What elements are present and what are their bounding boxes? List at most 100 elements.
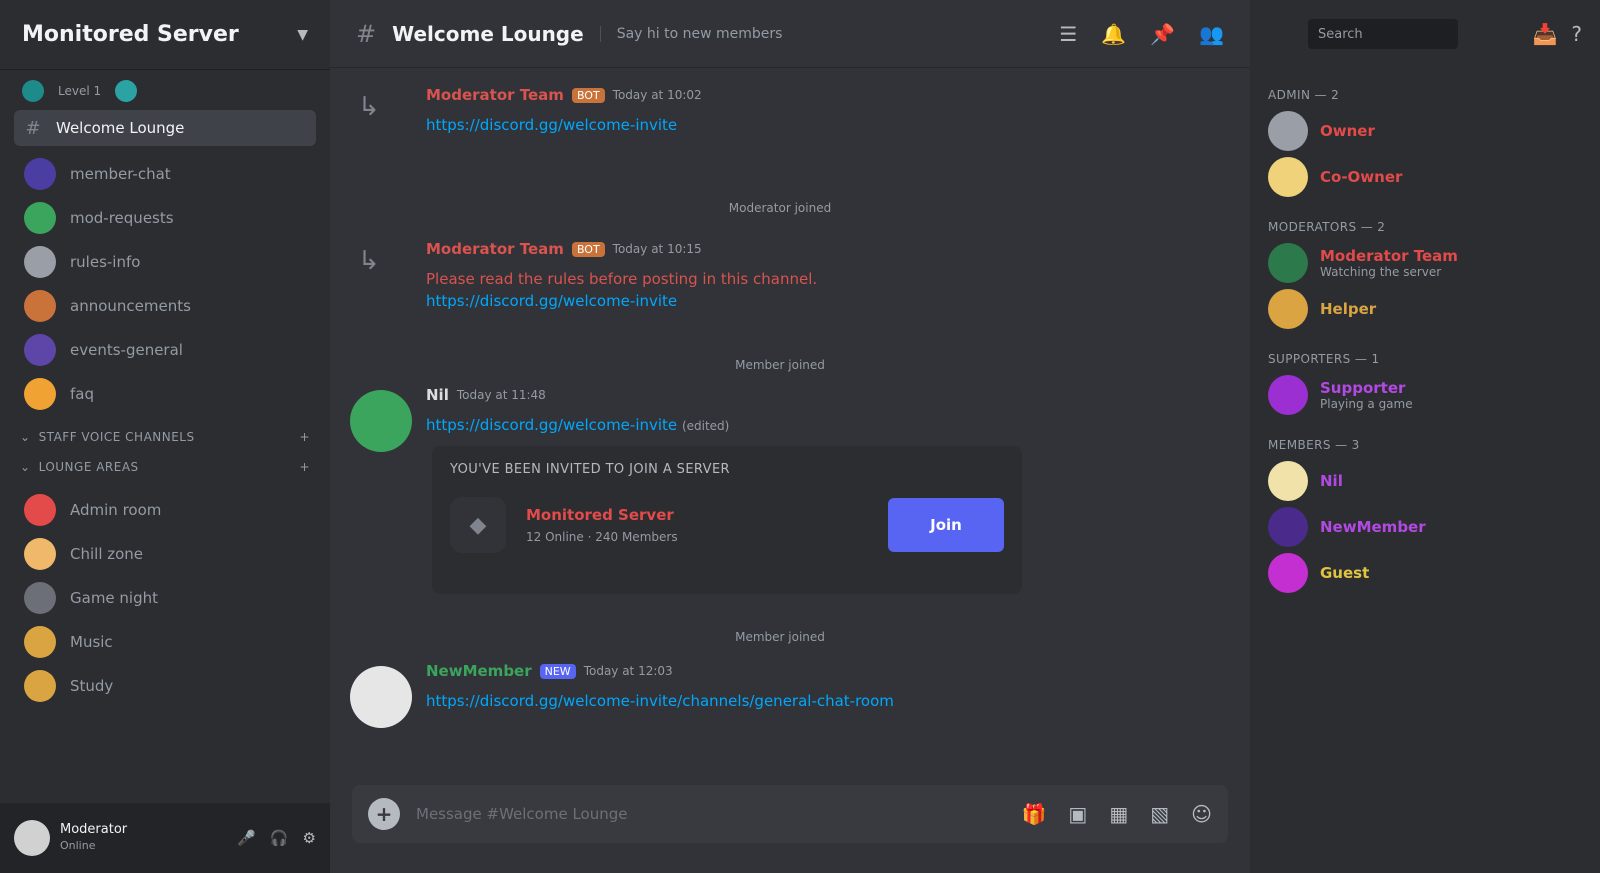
channel-item[interactable]: rules-info (14, 240, 316, 284)
threads-icon[interactable]: ☰ (1059, 22, 1077, 46)
category-label: Staff Voice Channels (38, 430, 195, 444)
avatar (1268, 553, 1308, 593)
member-item[interactable]: NewMember (1268, 504, 1582, 550)
member-item[interactable]: Helper (1268, 286, 1582, 332)
channel-item[interactable]: announcements (14, 284, 316, 328)
message-input[interactable]: Message #Welcome Lounge (416, 805, 628, 823)
message-link[interactable]: https://discord.gg/welcome-invite (426, 292, 677, 310)
member-name: Supporter (1320, 379, 1406, 397)
message-link[interactable]: https://discord.gg/welcome-invite (426, 116, 677, 134)
channel-title: Welcome Lounge (392, 21, 584, 46)
voice-avatar (24, 538, 56, 570)
category-header[interactable]: ⌄ Staff Voice Channels + (0, 420, 330, 454)
avatar[interactable] (350, 390, 412, 452)
voice-item[interactable]: Study (14, 664, 316, 708)
message-header: Moderator Team BOT Today at 10:02 (426, 86, 1206, 104)
voice-avatar (24, 494, 56, 526)
channel-avatar (24, 246, 56, 278)
member-name: Moderator Team (1320, 247, 1458, 265)
pin-icon[interactable]: 📌 (1150, 22, 1175, 46)
add-attachment-icon[interactable]: + (368, 798, 400, 830)
voice-item[interactable]: Music (14, 620, 316, 664)
chevron-down-icon: ▼ (297, 26, 308, 43)
voice-item[interactable]: Chill zone (14, 532, 316, 576)
member-item[interactable]: Guest (1268, 550, 1582, 596)
message-timestamp: Today at 11:48 (456, 388, 546, 402)
voice-avatar (24, 670, 56, 702)
message-author[interactable]: Moderator Team (426, 86, 564, 104)
boost-bar: Level 1 (0, 70, 330, 106)
message-link[interactable]: https://discord.gg/welcome-invite (426, 416, 677, 434)
message-author[interactable]: NewMember (426, 662, 532, 680)
category-header[interactable]: ⌄ Lounge Areas + (0, 454, 330, 484)
system-message: Member joined (735, 358, 825, 372)
message-body: Moderator Team BOT Today at 10:02 https:… (426, 86, 1206, 136)
system-message: Moderator joined (728, 201, 832, 215)
message-composer[interactable]: + Message #Welcome Lounge 🎁 ▣ ▦ ▧ ☺ (352, 785, 1228, 843)
chevron-down-icon: ⌄ (20, 430, 31, 444)
join-button[interactable]: Join (888, 498, 1004, 552)
avatar (1268, 289, 1308, 329)
headphones-icon[interactable]: 🎧 (270, 829, 289, 847)
invite-embed: You've been invited to join a server ◆ M… (432, 446, 1022, 594)
message-author[interactable]: Nil (426, 386, 449, 404)
emoji-icon[interactable]: ☺ (1191, 802, 1212, 826)
member-item[interactable]: Moderator Team Watching the server (1268, 240, 1582, 286)
search-input[interactable]: Search (1308, 19, 1458, 49)
app-icon[interactable]: ▧ (1150, 802, 1169, 826)
help-icon[interactable]: ? (1571, 22, 1582, 46)
avatar (1268, 243, 1308, 283)
message-timestamp: Today at 12:03 (583, 664, 673, 678)
boost-progress-icon (115, 80, 138, 102)
voice-item[interactable]: Game night (14, 576, 316, 620)
boost-label: Level 1 (58, 84, 102, 98)
members-icon[interactable]: 👥 (1199, 22, 1224, 46)
channel-label: Welcome Lounge (56, 119, 185, 137)
message-body: Moderator Team BOT Today at 10:15 Please… (426, 240, 1206, 312)
channel-item-welcome[interactable]: # Welcome Lounge (14, 110, 316, 146)
voice-label: Study (70, 677, 114, 695)
gif-icon[interactable]: ▣ (1068, 802, 1087, 826)
member-group-heading: Admin — 2 (1268, 88, 1340, 102)
member-item[interactable]: Supporter Playing a game (1268, 372, 1582, 418)
member-item[interactable]: Nil (1268, 458, 1582, 504)
member-name-block: Moderator Team Watching the server (1320, 247, 1458, 279)
add-channel-icon[interactable]: + (299, 430, 310, 444)
channel-item[interactable]: faq (14, 372, 316, 416)
gift-icon[interactable]: 🎁 (1022, 802, 1047, 826)
member-item[interactable]: Owner (1268, 108, 1582, 154)
channel-avatar (24, 334, 56, 366)
channel-avatar (24, 158, 56, 190)
composer-icons: 🎁 ▣ ▦ ▧ ☺ (1022, 802, 1212, 826)
server-header[interactable]: Monitored Server ▼ (0, 0, 330, 70)
member-item[interactable]: Co-Owner (1268, 154, 1582, 200)
bot-badge: BOT (571, 87, 605, 103)
message-timestamp: Today at 10:15 (612, 242, 702, 256)
user-controls: 🎤 🎧 ⚙ (237, 829, 316, 847)
channel-item[interactable]: member-chat (14, 152, 316, 196)
member-group: Moderators — 2 Moderator Team Watching th… (1250, 200, 1600, 332)
voice-label: Chill zone (70, 545, 144, 563)
channel-item[interactable]: events-general (14, 328, 316, 372)
avatar[interactable] (350, 666, 412, 728)
bot-badge: BOT (571, 241, 605, 257)
sticker-icon[interactable]: ▦ (1109, 802, 1128, 826)
microphone-icon[interactable]: 🎤 (237, 829, 256, 847)
channel-label: mod-requests (70, 209, 174, 227)
voice-item[interactable]: Admin room (14, 488, 316, 532)
member-group: Admin — 2 Owner Co-Owner (1250, 68, 1600, 200)
member-name: Nil (1320, 472, 1343, 490)
app: Monitored Server ▼ Level 1 # Welcome Lou… (0, 0, 1600, 873)
member-group: Members — 3 Nil NewMember Guest (1250, 418, 1600, 596)
add-channel-icon[interactable]: + (299, 460, 310, 474)
message-link[interactable]: https://discord.gg/welcome-invite/channe… (426, 692, 894, 710)
member-status: Playing a game (1320, 397, 1413, 411)
gear-icon[interactable]: ⚙ (303, 829, 316, 847)
member-group-heading: Supporters — 1 (1268, 352, 1380, 366)
inbox-icon[interactable]: 📥 (1532, 22, 1557, 46)
avatar[interactable] (14, 820, 50, 856)
message-author[interactable]: Moderator Team (426, 240, 564, 258)
channel-item[interactable]: mod-requests (14, 196, 316, 240)
member-name-block: Supporter Playing a game (1320, 379, 1413, 411)
bell-icon[interactable]: 🔔 (1101, 22, 1126, 46)
